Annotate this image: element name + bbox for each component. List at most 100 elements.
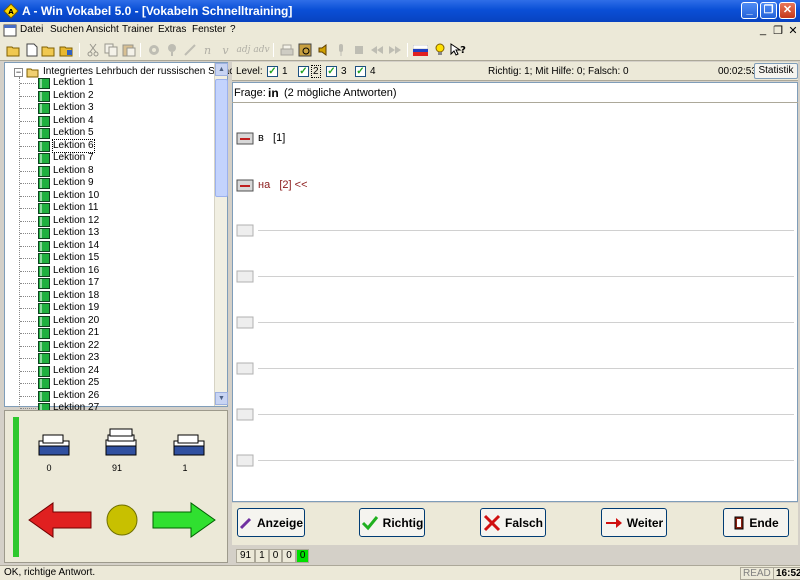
arrow-right-icon[interactable] bbox=[151, 501, 217, 539]
scroll-thumb[interactable] bbox=[215, 79, 228, 197]
russian-flag-icon[interactable] bbox=[412, 42, 429, 58]
save-folder-icon[interactable] bbox=[58, 42, 75, 58]
tree-root[interactable]: − Integriertes Lehrbuch der russischen S… bbox=[5, 65, 245, 78]
tree-item-lesson[interactable]: Lektion 11 bbox=[5, 202, 213, 215]
tree-item-lesson[interactable]: Lektion 24 bbox=[5, 365, 213, 378]
tree-item-lesson[interactable]: Lektion 2 bbox=[5, 90, 213, 103]
answer-tag: [1] bbox=[273, 132, 286, 144]
menu-help[interactable]: ? bbox=[230, 24, 236, 35]
tree-item-lesson[interactable]: Lektion 23 bbox=[5, 352, 213, 365]
tree-item-lesson[interactable]: Lektion 10 bbox=[5, 190, 213, 203]
answer-card-icon[interactable] bbox=[236, 177, 254, 193]
weiter-button[interactable]: Weiter bbox=[601, 508, 667, 537]
open-folder-icon[interactable] bbox=[5, 42, 22, 58]
level-2-checkbox[interactable]: ✓ bbox=[298, 66, 309, 77]
answer-card-icon[interactable] bbox=[236, 406, 254, 422]
statistik-button[interactable]: Statistik bbox=[754, 63, 798, 79]
scroll-down-button[interactable]: ▼ bbox=[215, 392, 228, 405]
dictionary-icon[interactable] bbox=[296, 42, 313, 58]
italic-n-icon[interactable]: n bbox=[199, 42, 216, 58]
open-icon[interactable] bbox=[40, 42, 57, 58]
menu-ansicht[interactable]: Ansicht bbox=[86, 24, 119, 35]
tree-item-lesson[interactable]: Lektion 18 bbox=[5, 290, 213, 303]
tree-item-lesson[interactable]: Lektion 4 bbox=[5, 115, 213, 128]
anzeige-button[interactable]: Anzeige bbox=[237, 508, 305, 537]
richtig-button[interactable]: Richtig bbox=[359, 508, 425, 537]
help-bulb-icon[interactable] bbox=[431, 42, 448, 58]
lesson-book-icon bbox=[38, 140, 50, 152]
paste-icon[interactable] bbox=[120, 42, 137, 58]
menu-extras[interactable]: Extras bbox=[158, 24, 186, 35]
tree-item-lesson[interactable]: Lektion 17 bbox=[5, 277, 213, 290]
tool-gear-icon[interactable] bbox=[145, 42, 162, 58]
tree-item-lesson[interactable]: Lektion 9 bbox=[5, 177, 213, 190]
level-3-checkbox[interactable]: ✓ bbox=[326, 66, 337, 77]
level-bar: Level: ✓ 1 ✓ 2 ✓ 3 ✓ 4 Richtig: 1; Mit H… bbox=[232, 62, 798, 81]
tool-pin-icon[interactable] bbox=[163, 42, 180, 58]
tool-arrow-icon[interactable] bbox=[181, 42, 198, 58]
tree-item-lesson[interactable]: Lektion 7 bbox=[5, 152, 213, 165]
arrow-left-icon[interactable] bbox=[27, 501, 93, 539]
answer-card-icon[interactable] bbox=[236, 360, 254, 376]
tree-item-lesson[interactable]: Lektion 15 bbox=[5, 252, 213, 265]
tree-item-lesson[interactable]: Lektion 13 bbox=[5, 227, 213, 240]
copy-icon[interactable] bbox=[102, 42, 119, 58]
collapse-icon[interactable]: − bbox=[14, 68, 23, 77]
mdi-restore-button[interactable]: ❐ bbox=[771, 24, 785, 37]
card-stack-left-icon[interactable] bbox=[35, 431, 73, 461]
minimize-button[interactable]: _ bbox=[741, 2, 758, 19]
microphone-icon[interactable] bbox=[332, 42, 349, 58]
tree-item-lesson[interactable]: Lektion 19 bbox=[5, 302, 213, 315]
lesson-tree[interactable]: − Integriertes Lehrbuch der russischen S… bbox=[4, 62, 245, 414]
tree-item-lesson[interactable]: Lektion 22 bbox=[5, 340, 213, 353]
italic-adv-icon[interactable]: adv bbox=[253, 42, 270, 58]
tree-item-lesson[interactable]: Lektion 3 bbox=[5, 102, 213, 115]
mdi-minimize-button[interactable]: _ bbox=[756, 24, 770, 36]
fast-forward-icon[interactable] bbox=[386, 42, 403, 58]
cut-icon[interactable] bbox=[84, 42, 101, 58]
menu-trainer[interactable]: Trainer bbox=[122, 24, 153, 35]
speaker-icon[interactable] bbox=[314, 42, 331, 58]
level-4-checkbox[interactable]: ✓ bbox=[355, 66, 366, 77]
ende-button[interactable]: Ende bbox=[723, 508, 789, 537]
card-stack-right-icon[interactable] bbox=[170, 431, 208, 461]
tree-item-lesson[interactable]: Lektion 6 bbox=[5, 138, 213, 153]
stop-icon[interactable] bbox=[350, 42, 367, 58]
tree-branch-line bbox=[20, 83, 36, 84]
italic-adj-icon[interactable]: adj bbox=[235, 42, 252, 58]
lesson-book-icon bbox=[38, 215, 50, 227]
print-icon[interactable] bbox=[278, 42, 295, 58]
tree-item-lesson[interactable]: Lektion 16 bbox=[5, 265, 213, 278]
tree-item-lesson[interactable]: Lektion 8 bbox=[5, 165, 213, 178]
italic-v-icon[interactable]: v bbox=[217, 42, 234, 58]
tree-item-lesson[interactable]: Lektion 14 bbox=[5, 240, 213, 253]
tree-item-lesson[interactable]: Lektion 12 bbox=[5, 215, 213, 228]
close-button[interactable]: ✕ bbox=[779, 2, 796, 19]
rewind-icon[interactable] bbox=[368, 42, 385, 58]
tree-item-lesson[interactable]: Lektion 5 bbox=[5, 127, 213, 140]
answer-card-icon[interactable] bbox=[236, 268, 254, 284]
tree-item-lesson[interactable]: Lektion 26 bbox=[5, 390, 213, 403]
tree-item-lesson[interactable]: Lektion 21 bbox=[5, 327, 213, 340]
tree-item-lesson[interactable]: Lektion 25 bbox=[5, 377, 213, 390]
menu-fenster[interactable]: Fenster bbox=[192, 24, 226, 35]
menu-bar: Datei Suchen Ansicht Trainer Extras Fens… bbox=[0, 22, 800, 40]
tree-item-lesson[interactable]: Lektion 20 bbox=[5, 315, 213, 328]
answer-card-icon[interactable] bbox=[236, 314, 254, 330]
level-1-checkbox[interactable]: ✓ bbox=[267, 66, 278, 77]
maximize-button[interactable]: ❐ bbox=[760, 2, 777, 19]
title-bar[interactable]: A A - Win Vokabel 5.0 - [Vokabeln Schnel… bbox=[0, 0, 800, 22]
new-document-icon[interactable] bbox=[23, 42, 40, 58]
menu-datei[interactable]: Datei bbox=[20, 24, 43, 35]
answer-card-icon[interactable] bbox=[236, 452, 254, 468]
menu-suchen[interactable]: Suchen bbox=[50, 24, 84, 35]
answer-card-icon[interactable] bbox=[236, 222, 254, 238]
card-stack-middle-icon[interactable] bbox=[102, 427, 140, 457]
falsch-button[interactable]: Falsch bbox=[480, 508, 546, 537]
mdi-close-button[interactable]: ✕ bbox=[786, 24, 800, 37]
tree-scrollbar[interactable]: ▲ ▼ bbox=[214, 63, 228, 406]
answer-card-icon[interactable] bbox=[236, 130, 254, 146]
tree-item-lesson[interactable]: Lektion 1 bbox=[5, 77, 213, 90]
scroll-up-button[interactable]: ▲ bbox=[215, 63, 228, 76]
context-help-icon[interactable]: ? bbox=[449, 42, 466, 58]
